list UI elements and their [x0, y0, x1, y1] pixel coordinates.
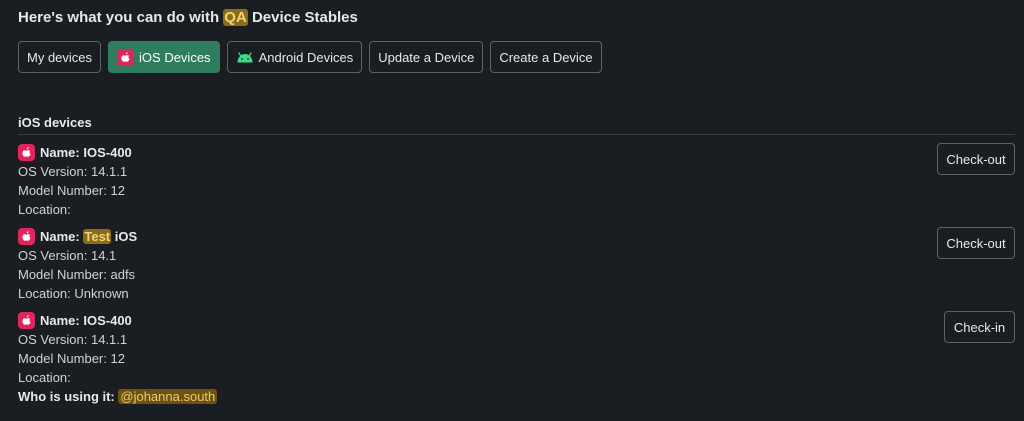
tab-update-device[interactable]: Update a Device: [369, 41, 484, 73]
name-value: IOS-400: [83, 313, 132, 328]
page-title: Here's what you can do with QA Device St…: [18, 9, 358, 26]
tab-label: Android Devices: [258, 49, 354, 65]
os-version: OS Version: 14.1.1: [18, 332, 128, 347]
location: Location:: [18, 370, 71, 385]
location: Location:: [18, 202, 71, 217]
section-title: iOS devices: [18, 115, 92, 130]
apple-icon: [18, 228, 35, 245]
name-highlight: Test: [83, 229, 112, 244]
tab-create-device[interactable]: Create a Device: [490, 41, 602, 73]
android-icon: [236, 51, 254, 63]
os-version: OS Version: 14.1: [18, 248, 117, 263]
tab-my-devices[interactable]: My devices: [18, 41, 102, 73]
tab-label: Create a Device: [499, 49, 593, 65]
action-tabs: My devices iOS Devices Android Devices U…: [18, 41, 602, 73]
tab-ios-devices[interactable]: iOS Devices: [108, 41, 220, 73]
tab-label: Update a Device: [378, 49, 475, 65]
name-label: Name:: [40, 145, 84, 160]
title-prefix: Here's what you can do with: [18, 9, 224, 26]
model-number: Model Number: adfs: [18, 267, 136, 282]
apple-icon: [18, 312, 35, 329]
title-suffix: Device Stables: [247, 9, 358, 26]
device-name: Name: IOS-400: [18, 311, 217, 330]
divider: [18, 134, 1015, 135]
apple-icon: [18, 144, 35, 161]
device-name: Name: Test iOS: [18, 227, 137, 246]
who-is-using: Who is using it: @johanna.south: [18, 387, 218, 406]
device-name: Name: IOS-400: [18, 143, 132, 162]
app-message: Here's what you can do with QA Device St…: [0, 0, 1024, 421]
check-in-button[interactable]: Check-in: [944, 311, 1015, 343]
tab-label: My devices: [27, 49, 93, 65]
device-card: Name: IOS-400 OS Version: 14.1.1 Model N…: [18, 143, 132, 219]
check-out-button[interactable]: Check-out: [937, 143, 1015, 175]
apple-icon: [117, 48, 135, 66]
location: Location: Unknown: [18, 286, 129, 301]
name-label: Name:: [40, 229, 84, 244]
os-version: OS Version: 14.1.1: [18, 164, 128, 179]
name-label: Name:: [40, 313, 84, 328]
title-highlight: QA: [223, 9, 248, 26]
model-number: Model Number: 12: [18, 183, 125, 198]
check-out-button[interactable]: Check-out: [937, 227, 1015, 259]
tab-label: iOS Devices: [139, 49, 211, 65]
device-card: Name: IOS-400 OS Version: 14.1.1 Model N…: [18, 311, 218, 406]
user-mention[interactable]: @johanna.south: [118, 389, 218, 404]
who-label: Who is using it:: [18, 389, 119, 404]
device-card: Name: Test iOS OS Version: 14.1 Model Nu…: [18, 227, 137, 303]
model-number: Model Number: 12: [18, 351, 125, 366]
name-value: IOS-400: [83, 145, 132, 160]
name-rest: iOS: [111, 229, 138, 244]
tab-android-devices[interactable]: Android Devices: [226, 41, 363, 73]
